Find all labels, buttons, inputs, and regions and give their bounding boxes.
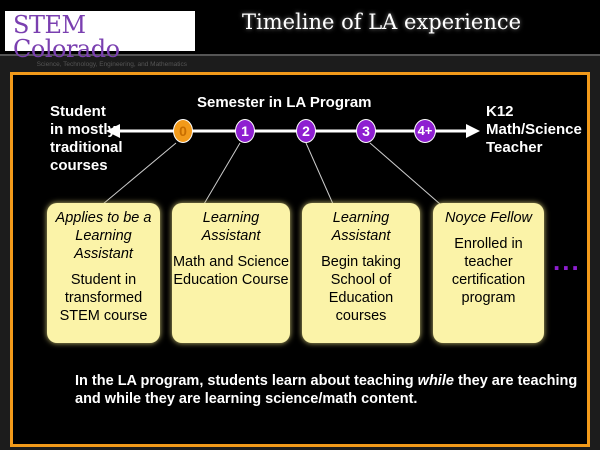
semester-marker-1: 1 <box>235 119 255 143</box>
stage-role: Applies to be a Learning Assistant <box>55 210 152 262</box>
stage-desc: Enrolled in teacher certification progra… <box>451 236 526 306</box>
connector-1 <box>203 142 241 205</box>
right-arrowhead-icon <box>466 124 480 138</box>
stage-role: Learning Assistant <box>201 210 261 244</box>
stage-desc: Math and Science Education Course <box>172 254 290 288</box>
semester-marker-0: 0 <box>173 119 193 143</box>
semester-marker-3: 3 <box>356 119 376 143</box>
semester-marker-4: 4+ <box>414 119 436 143</box>
stage-box-2: Learning Assistant Begin taking School of… <box>302 203 420 343</box>
stage-box-0: Applies to be a Learning Assistant Studen… <box>47 203 160 343</box>
stage-box-1: Learning Assistant Math and Science Educa… <box>172 203 290 343</box>
axis-label: Semester in LA Program <box>197 94 372 111</box>
left-label: Student in mostly traditional courses <box>50 103 123 174</box>
right-label: K12 Math/Science Teacher <box>486 103 582 156</box>
connector-3 <box>369 142 441 205</box>
note-emphasis: while <box>417 373 454 389</box>
stage-desc: Student in transformed STEM course <box>59 272 148 324</box>
connector-2 <box>305 142 334 205</box>
summary-note: In the LA program, students learn about … <box>75 372 600 408</box>
stage-role: Noyce Fellow <box>444 210 533 226</box>
continuation-dots: ... <box>553 246 581 276</box>
note-text: In the LA program, students learn about … <box>75 373 418 389</box>
semester-marker-2: 2 <box>296 119 316 143</box>
stage-box-3: Noyce Fellow Enrolled in teacher certific… <box>433 203 544 343</box>
stage-role: Learning Assistant <box>331 210 391 244</box>
stage-desc: Begin taking School of Education courses <box>321 254 401 324</box>
